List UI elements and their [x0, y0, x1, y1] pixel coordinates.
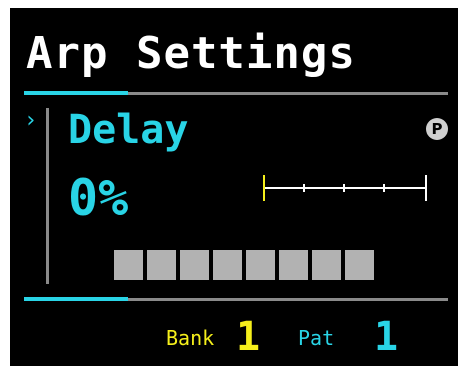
step-indicator — [114, 250, 374, 280]
header-divider-accent — [24, 91, 128, 95]
step-box — [345, 250, 374, 280]
parameter-name[interactable]: Delay — [68, 108, 188, 152]
pattern-value[interactable]: 1 — [374, 314, 398, 360]
bank-value[interactable]: 1 — [236, 314, 260, 360]
page-title: Arp Settings — [26, 28, 356, 79]
step-box — [213, 250, 242, 280]
step-box — [180, 250, 209, 280]
footer-divider-accent — [24, 297, 128, 301]
selection-chevron-icon: › — [24, 108, 38, 133]
step-box — [279, 250, 308, 280]
device-screen: Arp Settings › Delay P 0% Bank 1 Pat 1 — [10, 8, 458, 366]
step-box — [312, 250, 341, 280]
bank-label: Bank — [166, 326, 215, 350]
p-circle-icon: P — [426, 118, 448, 140]
footer-divider — [126, 298, 448, 301]
header-divider — [126, 92, 448, 95]
step-box — [246, 250, 275, 280]
step-box — [114, 250, 143, 280]
parameter-value[interactable]: 0% — [68, 170, 128, 226]
pattern-label: Pat — [298, 326, 335, 350]
selection-bar — [46, 108, 49, 284]
delay-slider[interactable] — [260, 171, 430, 205]
step-box — [147, 250, 176, 280]
